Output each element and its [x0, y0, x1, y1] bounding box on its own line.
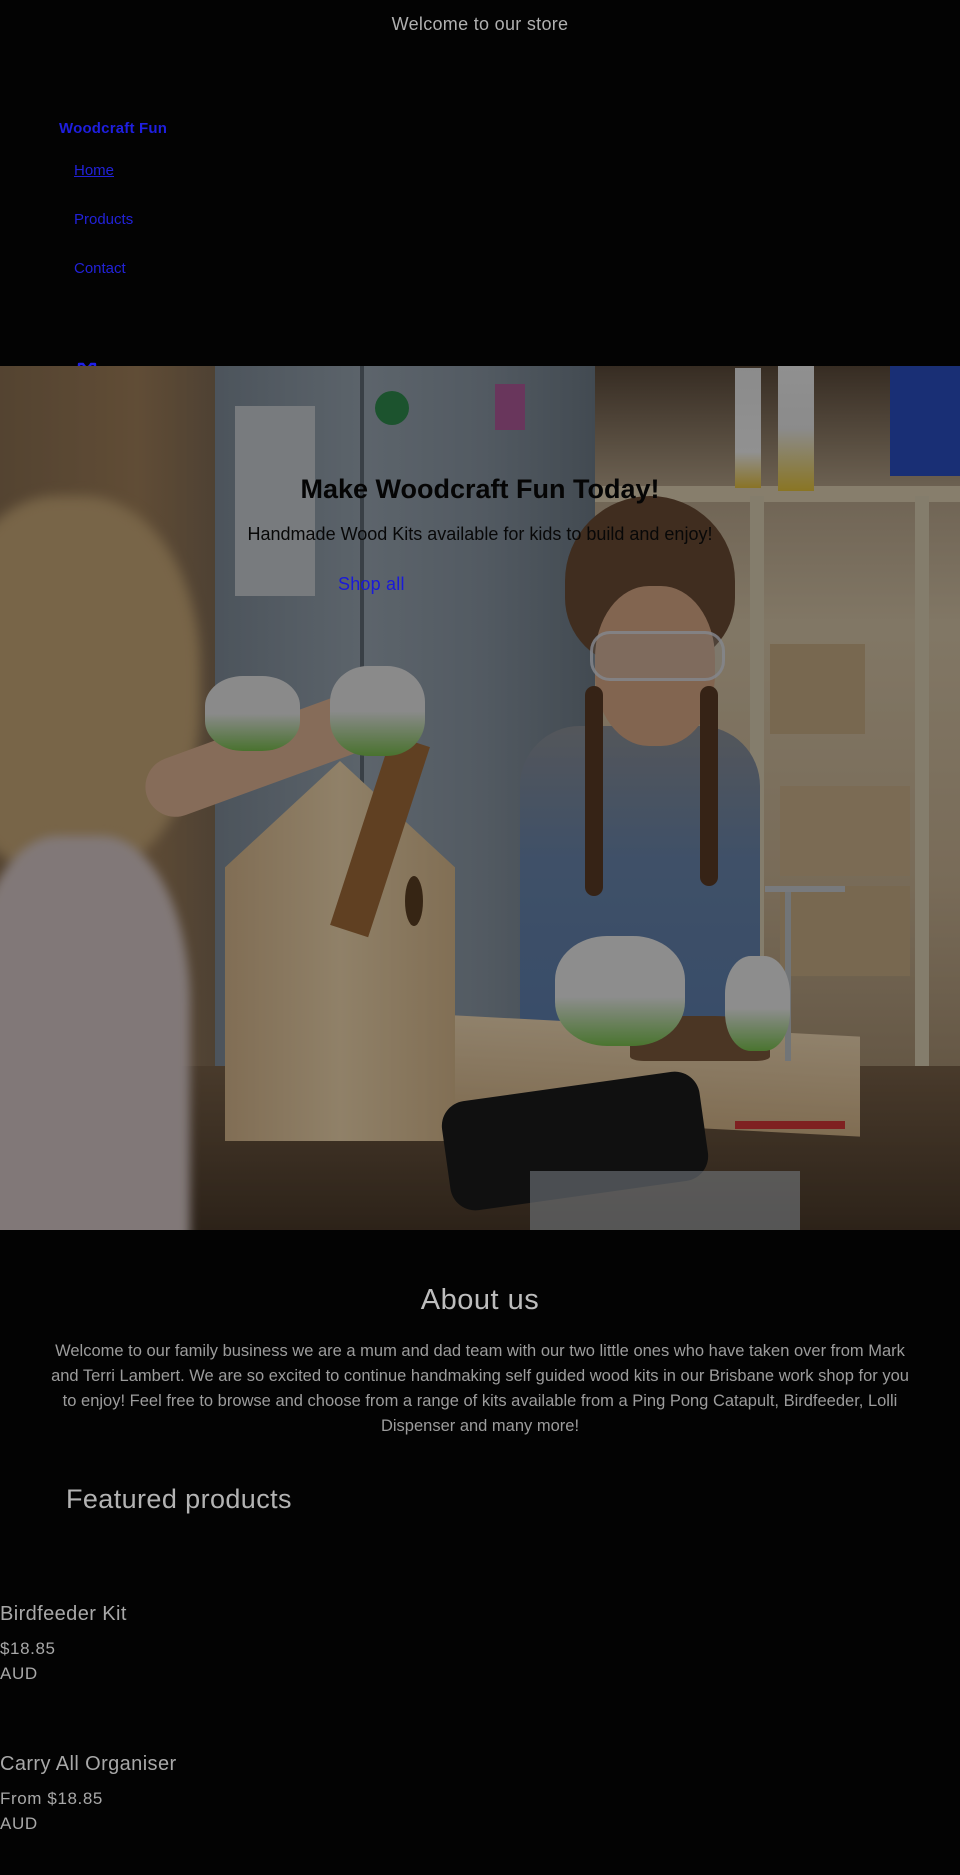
main-nav: Home Products Contact: [74, 162, 133, 309]
hero-subtitle: Handmade Wood Kits available for kids to…: [247, 524, 713, 544]
product-price: From $18.85 AUD: [0, 1786, 420, 1836]
nav-item-home: Home: [74, 162, 133, 211]
about-title: About us: [420, 1284, 540, 1316]
price-value: From $18.85: [0, 1789, 103, 1808]
nav-link-home[interactable]: Home: [74, 162, 114, 179]
site-header: Woodcraft Fun Home Products Contact: [0, 48, 960, 384]
site-logo[interactable]: Woodcraft Fun: [59, 120, 167, 137]
about-text: Welcome to our family business we are a …: [51, 1342, 909, 1435]
nav-link-contact[interactable]: Contact: [74, 260, 126, 277]
hero-title: Make Woodcraft Fun Today!: [300, 474, 660, 504]
product-name[interactable]: Birdfeeder Kit: [0, 1603, 420, 1626]
price-value: $18.85: [0, 1639, 56, 1658]
product-name[interactable]: Carry All Organiser: [0, 1753, 420, 1776]
nav-item-contact: Contact: [74, 260, 133, 309]
announcement-bar: Welcome to our store: [0, 0, 960, 48]
about-section: About us Welcome to our family business …: [0, 1284, 960, 1439]
nav-link-products[interactable]: Products: [74, 211, 133, 228]
product-card[interactable]: Birdfeeder Kit $18.85 AUD: [0, 1603, 420, 1686]
product-card[interactable]: Carry All Organiser From $18.85 AUD: [0, 1753, 420, 1836]
shop-all-button[interactable]: Shop all: [338, 574, 405, 595]
hero-banner: Make Woodcraft Fun Today! Handmade Wood …: [0, 366, 960, 1230]
nav-item-products: Products: [74, 211, 133, 260]
product-price: $18.85 AUD: [0, 1636, 420, 1686]
hero-content: Make Woodcraft Fun Today! Handmade Wood …: [0, 474, 960, 545]
price-currency: AUD: [0, 1814, 38, 1833]
announcement-text: Welcome to our store: [391, 13, 569, 34]
price-currency: AUD: [0, 1664, 38, 1683]
featured-products-title: Featured products: [66, 1484, 292, 1514]
